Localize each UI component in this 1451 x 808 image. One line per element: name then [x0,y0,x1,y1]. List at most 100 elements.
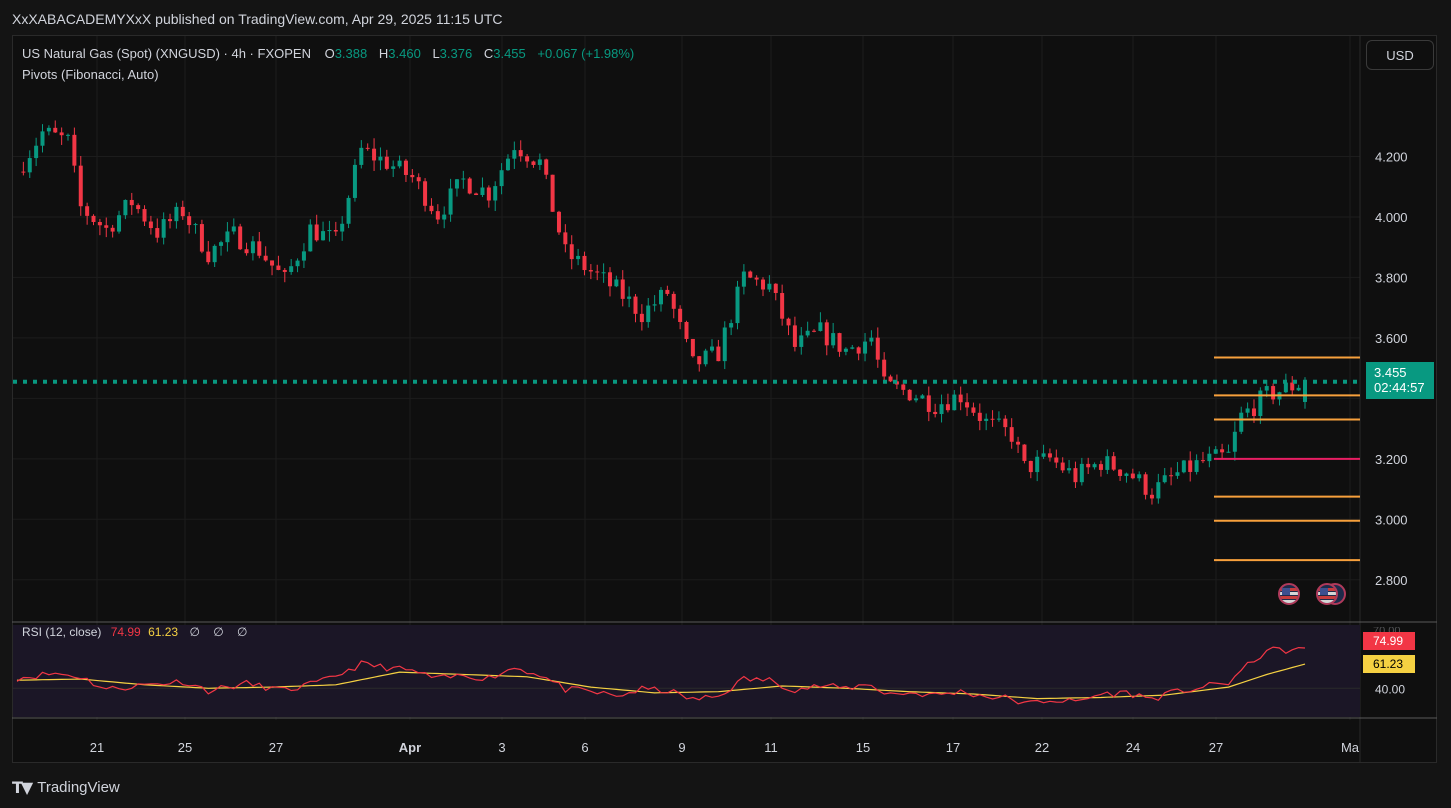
candle-body [1169,475,1174,477]
candle-body [333,229,338,232]
candle-body [327,229,332,232]
price-axis-label: 3.000 [1375,512,1408,527]
candle-body [920,395,925,399]
rsi-label[interactable]: RSI (12, close) [22,625,101,639]
candle-body [633,296,638,314]
candle-body [614,279,619,287]
candle-body [531,161,536,165]
change-value: +0.067 (+1.98%) [537,46,635,61]
candle-body [174,206,179,222]
candle-body [27,158,32,173]
brand-name[interactable]: TradingView [37,779,120,796]
candle-body [454,179,459,189]
candle-body [945,404,950,411]
candle-body [703,350,708,365]
candle-body [276,265,281,270]
candle-body [499,170,504,187]
open-value: 3.388 [334,46,368,61]
candle-body [901,384,906,390]
time-axis-label: 27 [269,740,283,755]
candle-body [569,244,574,260]
candle-body [1041,453,1046,457]
candle-body [199,224,204,252]
candle-body [1200,460,1205,462]
price-axis-label: 3.200 [1375,452,1408,467]
symbol-title[interactable]: US Natural Gas (Spot) (XNGUSD) · 4h · FX… [22,46,311,61]
currency-button[interactable]: USD [1366,40,1434,70]
candle-body [735,286,740,324]
candle-body [582,255,587,271]
time-axis-label: 15 [856,740,870,755]
candle-body [1245,408,1250,413]
candle-body [958,394,963,403]
candle-body [843,348,848,352]
candle-body [977,412,982,421]
candle-body [1092,464,1097,468]
candle-body [219,242,224,246]
candle-body [1137,474,1142,479]
candle-body [416,177,421,182]
time-axis-label: 22 [1035,740,1049,755]
candle-body [754,277,759,280]
candle-body [410,174,415,178]
candle-body [1028,460,1033,473]
candle-body [295,260,300,267]
candle-body [384,156,389,169]
candle-body [301,251,306,261]
rsi-value: 74.99 [110,625,141,639]
candle-body [1022,444,1027,461]
candle-body [1220,449,1225,453]
candle-body [321,231,326,241]
candle-body [1009,427,1014,442]
candle-body [588,270,593,272]
candle-body [257,241,262,256]
candle-body [78,165,83,207]
candle-body [767,283,772,290]
time-axis-label: 9 [678,740,685,755]
symbol-legend[interactable]: US Natural Gas (Spot) (XNGUSD) · 4h · FX… [22,46,638,61]
price-axis-label: 2.800 [1375,573,1408,588]
candle-body [110,227,115,232]
us-flag-event-icon[interactable] [1278,583,1300,605]
time-axis-label: Apr [399,740,421,755]
candle-body [792,325,797,347]
candle-body [21,171,26,173]
tradingview-logo-icon[interactable]: T▼ [12,778,33,797]
candle-body [646,305,651,323]
candle-body [231,226,236,232]
candle-body [984,418,989,421]
price-axis-label: 4.200 [1375,149,1408,164]
low-label: L [432,46,440,61]
candle-body [372,148,377,161]
candle-body [429,205,434,212]
candle-body [1149,494,1154,499]
candle-body [1226,451,1231,453]
candle-body [620,279,625,299]
candle-body [1290,382,1295,391]
candle-body [684,321,689,339]
time-axis-label: 3 [498,740,505,755]
candle-body [595,271,600,273]
candle-body [1098,464,1103,470]
rsi-legend[interactable]: RSI (12, close) 74.99 61.23 ∅ ∅ ∅ [22,625,248,639]
candle-body [244,249,249,254]
candle-body [671,293,676,309]
candle-body [722,327,727,362]
candle-body [537,159,542,165]
candle-body [263,255,268,261]
candle-body [168,219,173,222]
chart-canvas[interactable]: 4.200 4.000 3.800 3.600 3.200 3.000 2.800 21 25 2… [0,0,1451,808]
candle-body [206,251,211,263]
time-axis-label: Ma [1341,740,1360,755]
candle-body [1105,456,1110,470]
candle-body [250,241,255,254]
candle-body [40,131,45,146]
candle-body [1271,386,1276,400]
price-axis-label: 3.800 [1375,270,1408,285]
us-flag-event-icon[interactable] [1316,583,1338,605]
time-axis-label: 17 [946,740,960,755]
candle-body [123,199,128,216]
candle-body [34,145,39,159]
indicator-legend-pivots[interactable]: Pivots (Fibonacci, Auto) [22,67,159,82]
candle-body [442,214,447,220]
